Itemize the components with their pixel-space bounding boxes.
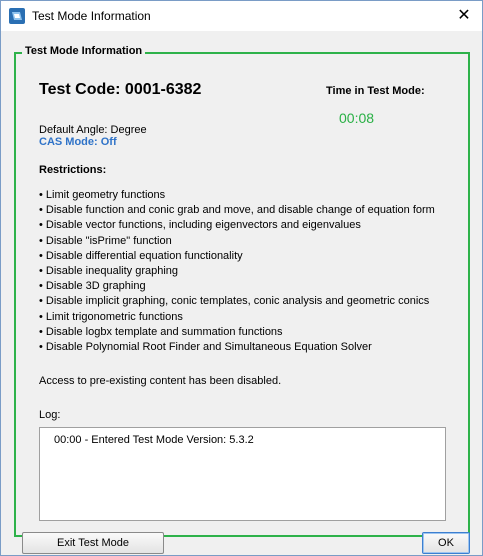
- restriction-item: • Disable differential equation function…: [39, 249, 243, 262]
- window-title: Test Mode Information: [32, 9, 151, 23]
- restriction-item: • Disable function and conic grab and mo…: [39, 204, 435, 217]
- title-bar: Test Mode Information ✕: [1, 1, 482, 31]
- ok-button[interactable]: OK: [422, 532, 470, 554]
- restriction-item: • Disable implicit graphing, conic templ…: [39, 295, 430, 308]
- time-in-test-mode-value: 00:08: [339, 110, 375, 126]
- restriction-item: • Disable 3D graphing: [39, 280, 146, 293]
- log-entry: 00:00 - Entered Test Mode Version: 5.3.2: [54, 434, 254, 446]
- restriction-item: • Limit geometry functions: [39, 189, 166, 201]
- restrictions-list: • Limit geometry functions • Disable fun…: [39, 188, 435, 355]
- test-mode-info-group: Test Mode Information Test Code: 0001-63…: [14, 45, 470, 537]
- cas-mode-status: CAS Mode: Off: [39, 136, 117, 148]
- restriction-item: • Limit trigonometric functions: [39, 310, 183, 323]
- group-legend: Test Mode Information: [22, 45, 146, 57]
- test-mode-dialog: Test Mode Information ✕ Test Mode Inform…: [0, 0, 483, 556]
- exit-test-mode-button[interactable]: Exit Test Mode: [22, 532, 164, 554]
- dialog-content: Test Mode Information Test Code: 0001-63…: [1, 32, 482, 555]
- restriction-item: • Disable inequality graphing: [39, 264, 179, 277]
- log-label: Log:: [39, 409, 61, 421]
- test-code: Test Code: 0001-6382: [39, 81, 202, 98]
- log-box[interactable]: 00:00 - Entered Test Mode Version: 5.3.2: [39, 427, 446, 521]
- close-icon: ✕: [457, 7, 471, 24]
- close-button[interactable]: ✕: [450, 3, 478, 29]
- default-angle: Default Angle: Degree: [39, 124, 147, 136]
- restriction-item: • Disable vector functions, including ei…: [39, 219, 361, 232]
- restrictions-heading: Restrictions:: [39, 164, 107, 176]
- app-icon: [9, 8, 25, 24]
- restriction-item: • Disable Polynomial Root Finder and Sim…: [39, 340, 372, 353]
- restriction-item: • Disable "isPrime" function: [39, 234, 172, 247]
- access-note: Access to pre-existing content has been …: [39, 375, 282, 387]
- restriction-item: • Disable logbx template and summation f…: [39, 325, 283, 338]
- time-in-test-mode-label: Time in Test Mode:: [326, 85, 425, 97]
